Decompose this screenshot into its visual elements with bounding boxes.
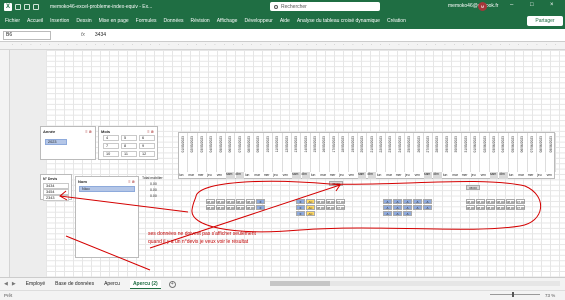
zoom-slider-knob[interactable] bbox=[512, 292, 514, 297]
annotation-note: ses données ne doivent pas s'afficher se… bbox=[148, 231, 256, 245]
status-bar: Prêt 73 % bbox=[0, 290, 565, 300]
sheet-tab-apercu-2[interactable]: Apercu (2) bbox=[129, 279, 161, 289]
sheet-tab-employe[interactable]: Employé bbox=[26, 281, 45, 287]
horizontal-scrollbar[interactable] bbox=[270, 281, 560, 286]
sheet-tab-base-de-donnees[interactable]: Base de données bbox=[55, 281, 94, 287]
zoom-level[interactable]: 73 % bbox=[545, 293, 555, 298]
red-annotation-drawing bbox=[59, 180, 542, 271]
prev-sheet-icon[interactable]: ◀ bbox=[4, 281, 8, 287]
next-sheet-icon[interactable]: ▶ bbox=[12, 281, 16, 287]
add-sheet-button[interactable]: + bbox=[168, 280, 176, 288]
status-ready: Prêt bbox=[4, 293, 13, 298]
sheet-tab-apercu[interactable]: Apercu bbox=[104, 281, 120, 287]
zoom-slider[interactable] bbox=[490, 292, 540, 297]
scrollbar-thumb[interactable] bbox=[270, 281, 330, 286]
